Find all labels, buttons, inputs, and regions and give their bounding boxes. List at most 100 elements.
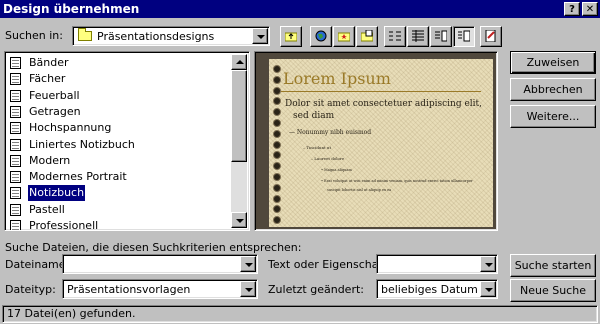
preview-view-icon (458, 30, 470, 42)
up-one-level-button[interactable] (280, 26, 302, 47)
help-button[interactable]: ? (564, 2, 580, 16)
search-heading: Suche Dateien, die diesen Suchkriterien … (5, 241, 302, 254)
look-in-combo[interactable]: Präsentationsdesigns (72, 26, 270, 46)
window-title: Design übernehmen (3, 2, 140, 16)
text-property-dropdown-button[interactable] (480, 256, 496, 272)
notebook-ring (273, 75, 281, 84)
apply-button[interactable]: Zuweisen (510, 51, 596, 74)
list-item-label: Getragen (29, 104, 81, 118)
scroll-down-button[interactable] (231, 212, 247, 228)
chevron-down-icon (485, 288, 493, 292)
new-search-button[interactable]: Neue Suche (510, 279, 596, 302)
scroll-thumb[interactable] (231, 70, 247, 162)
notebook-ring (273, 194, 281, 203)
list-item-label: Pastell (29, 202, 65, 216)
details-view-button[interactable] (407, 26, 429, 47)
up-one-level-icon (285, 32, 297, 42)
preview-bullet-1b: sed diam (293, 111, 335, 121)
text-property-combo[interactable] (376, 254, 498, 274)
folder-icon (78, 28, 92, 41)
look-in-label: Suchen in: (5, 29, 63, 42)
list-scrollbar[interactable] (231, 54, 247, 228)
preview-view-button[interactable] (453, 26, 475, 47)
modified-combo[interactable]: beliebiges Datum (376, 279, 498, 299)
notebook-ring (273, 140, 281, 149)
list-item-label: Liniertes Notizbuch (29, 137, 135, 151)
scroll-up-button[interactable] (231, 54, 247, 70)
template-file-icon (10, 73, 21, 86)
template-file-icon (10, 89, 21, 102)
template-file-icon (10, 203, 21, 216)
filetype-dropdown-button[interactable] (240, 281, 256, 297)
commands-icon (485, 30, 496, 42)
status-bar: 17 Datei(en) gefunden. (2, 305, 598, 323)
modified-dropdown-button[interactable] (480, 281, 496, 297)
notebook-ring (273, 97, 281, 106)
preview-bullet-6: • Erat volutpat ut wisi enim ad minim ve… (321, 179, 473, 183)
properties-view-button[interactable] (430, 26, 452, 47)
chevron-down-icon (485, 263, 493, 267)
preview-bullet-6b: suscipit lobortis nisl ut aliquip ex ea (327, 188, 392, 192)
favorites-button[interactable] (333, 26, 355, 47)
design-preview: Lorem Ipsum Dolor sit amet consectetuer … (254, 51, 498, 231)
preview-bullet-2: — Nonummy nibh euismod (289, 129, 372, 136)
chevron-down-icon (245, 288, 253, 292)
find-now-button[interactable]: Suche starten (510, 254, 596, 277)
close-button[interactable]: ✕ (582, 2, 598, 16)
list-view-icon (389, 31, 401, 41)
modified-value: beliebiges Datum (381, 283, 478, 296)
notebook-ring (273, 86, 281, 95)
properties-view-icon (435, 30, 447, 42)
filetype-combo[interactable]: Präsentationsvorlagen (62, 279, 258, 299)
list-item-label: Notizbuch (28, 185, 86, 202)
list-item-label: Professionell (29, 219, 99, 231)
filename-combo[interactable] (62, 254, 258, 274)
modified-label: Zuletzt geändert: (268, 283, 364, 296)
search-web-icon (315, 30, 327, 42)
preview-slide: Lorem Ipsum Dolor sit amet consectetuer … (269, 59, 493, 227)
notebook-ring (273, 162, 281, 171)
list-item-label: Modernes Portrait (29, 170, 127, 184)
text-property-label: Text oder Eigenschaft: (268, 258, 391, 271)
filename-dropdown-button[interactable] (240, 256, 256, 272)
chevron-up-icon (236, 60, 244, 64)
look-in-dropdown-button[interactable] (252, 28, 268, 44)
chevron-down-icon (257, 35, 265, 39)
title-bar: Design übernehmen ? ✕ (0, 0, 600, 18)
list-item-label: Hochspannung (29, 121, 112, 135)
list-item-label: Modern (29, 153, 71, 167)
notebook-ring (273, 205, 281, 214)
list-item-label: Bänder (29, 56, 69, 69)
favorites-icon (338, 32, 350, 42)
template-file-icon (10, 57, 21, 69)
template-file-icon (10, 220, 21, 230)
template-file-icon (10, 138, 21, 151)
template-file-icon (10, 105, 21, 118)
chevron-down-icon (236, 219, 244, 223)
notebook-ring (273, 129, 281, 138)
commands-button[interactable] (480, 26, 502, 47)
search-web-button[interactable] (310, 26, 332, 47)
list-view-button[interactable] (384, 26, 406, 47)
filetype-label: Dateityp: (5, 283, 56, 296)
preview-bullet-4: – Laoreet dolore (311, 156, 345, 161)
notebook-ring (273, 183, 281, 192)
look-in-value: Präsentationsdesigns (97, 30, 215, 43)
list-item-label: Feuerball (29, 88, 80, 102)
notebook-ring (273, 108, 281, 117)
filetype-value: Präsentationsvorlagen (67, 283, 191, 296)
preview-bullet-5: • Magna aliquam (321, 168, 352, 172)
notebook-ring (273, 151, 281, 160)
template-file-icon (10, 122, 21, 135)
more-button[interactable]: Weitere... (510, 105, 596, 128)
add-to-favorites-button[interactable] (356, 26, 378, 47)
status-text: 17 Datei(en) gefunden. (7, 307, 136, 320)
filename-label: Dateiname: (5, 258, 70, 271)
add-to-favorites-icon (361, 30, 373, 42)
notebook-ring (273, 119, 281, 127)
chevron-down-icon (245, 263, 253, 267)
cancel-button[interactable]: Abbrechen (510, 78, 596, 101)
design-list[interactable]: Bänder Fächer Feuerball Getragen Hochspannun… (4, 51, 250, 231)
preview-title-rule (281, 91, 481, 92)
notebook-ring (273, 65, 281, 73)
